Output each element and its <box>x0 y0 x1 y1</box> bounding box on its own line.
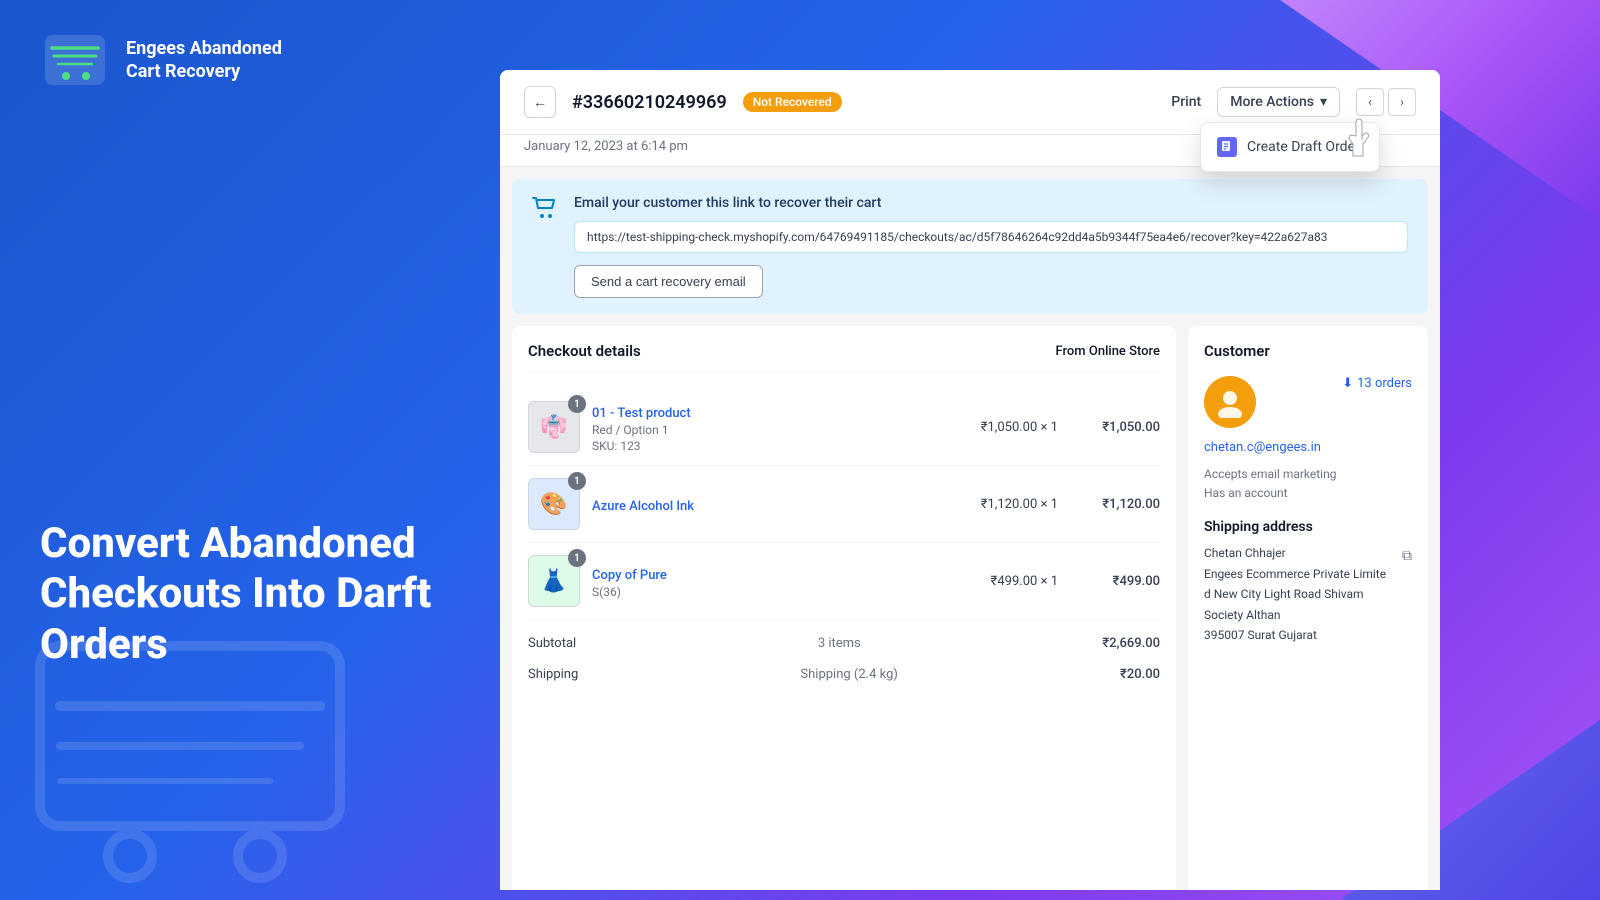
nav-arrows: ‹ › <box>1356 88 1416 116</box>
customer-title: Customer <box>1204 342 1412 360</box>
customer-email-link[interactable]: chetan.c@engees.in <box>1204 440 1412 455</box>
prev-arrow[interactable]: ‹ <box>1356 88 1384 116</box>
product-price: ₹499.00 × 1 <box>938 574 1058 589</box>
print-button[interactable]: Print <box>1171 94 1201 110</box>
header-right: Print More Actions ▾ ‹ › <box>1171 87 1416 117</box>
create-draft-label: Create Draft Order <box>1247 139 1360 155</box>
order-summary: Subtotal 3 items ₹2,669.00 Shipping Ship… <box>528 620 1160 690</box>
product-name-link[interactable]: 01 - Test product <box>592 406 691 421</box>
customer-meta: Accepts email marketing Has an account <box>1204 465 1412 503</box>
dropdown-menu: Create Draft Order <box>1200 122 1380 172</box>
address-text: Chetan Chhajer Engees Ecommerce Private … <box>1204 543 1386 645</box>
back-button[interactable]: ← <box>524 86 556 118</box>
send-recovery-email-button[interactable]: Send a cart recovery email <box>574 265 763 298</box>
order-id: #33660210249969 <box>572 92 727 113</box>
table-row: 👗 1 Copy of Pure S(36) ₹499.00 × 1 ₹499.… <box>528 543 1160 620</box>
product-info: 01 - Test product Red / Option 1 SKU: 12… <box>592 402 926 453</box>
product-total: ₹1,120.00 <box>1070 497 1160 512</box>
checkout-section: Checkout details From Online Store 👘 1 0… <box>512 326 1176 890</box>
create-draft-order-item[interactable]: Create Draft Order <box>1201 127 1379 167</box>
logo-area: Engees Abandoned Cart Recovery <box>40 30 460 90</box>
logo-icon <box>40 30 110 90</box>
recovery-cart-icon <box>532 197 558 225</box>
product-price: ₹1,120.00 × 1 <box>938 497 1058 512</box>
product-name-link[interactable]: Azure Alcohol Ink <box>592 499 694 514</box>
shipping-value: ₹20.00 <box>1120 667 1160 682</box>
product-name-link[interactable]: Copy of Pure <box>592 568 667 583</box>
qty-badge: 1 <box>568 395 586 413</box>
avatar <box>1204 376 1256 428</box>
recovery-title: Email your customer this link to recover… <box>574 195 1408 211</box>
qty-badge: 1 <box>568 472 586 490</box>
customer-top: ⬇ 13 orders <box>1204 376 1412 428</box>
recovery-url: https://test-shipping-check.myshopify.co… <box>574 221 1408 253</box>
customer-section: Customer ⬇ 13 orders chetan.c@engees.in … <box>1188 326 1428 890</box>
table-row: 👘 1 01 - Test product Red / Option 1 SKU… <box>528 389 1160 466</box>
recovery-section: Email your customer this link to recover… <box>512 179 1428 314</box>
product-variant: S(36) <box>592 585 926 599</box>
panel-body: Checkout details From Online Store 👘 1 0… <box>500 326 1440 890</box>
shipping-address: Chetan Chhajer Engees Ecommerce Private … <box>1204 543 1412 645</box>
checkout-header: Checkout details From Online Store <box>528 342 1160 373</box>
chevron-down-icon: ▾ <box>1320 94 1327 110</box>
logo-text: Engees Abandoned Cart Recovery <box>126 37 282 84</box>
product-image-wrap: 🎨 1 <box>528 478 580 530</box>
recovery-content: Email your customer this link to recover… <box>574 195 1408 298</box>
product-sku: SKU: 123 <box>592 439 926 453</box>
subtotal-row: Subtotal 3 items ₹2,669.00 <box>528 628 1160 659</box>
product-total: ₹1,050.00 <box>1070 420 1160 435</box>
draft-order-icon <box>1217 137 1237 157</box>
more-actions-button[interactable]: More Actions ▾ <box>1217 87 1340 117</box>
product-total: ₹499.00 <box>1070 574 1160 589</box>
table-row: 🎨 1 Azure Alcohol Ink ₹1,120.00 × 1 ₹1,1… <box>528 466 1160 543</box>
orders-count-link[interactable]: ⬇ 13 orders <box>1342 376 1412 391</box>
download-icon: ⬇ <box>1342 376 1353 391</box>
status-badge: Not Recovered <box>743 92 842 112</box>
hero-text: Convert Abandoned Checkouts Into Darft O… <box>40 519 460 870</box>
products-list: 👘 1 01 - Test product Red / Option 1 SKU… <box>528 389 1160 620</box>
product-info: Azure Alcohol Ink <box>592 495 926 514</box>
left-panel: Engees Abandoned Cart Recovery Convert A… <box>0 0 500 900</box>
product-image-wrap: 👘 1 <box>528 401 580 453</box>
shipping-detail: Shipping (2.4 kg) <box>800 667 898 682</box>
main-panel: ← #33660210249969 Not Recovered Print Mo… <box>500 70 1440 890</box>
shipping-row: Shipping Shipping (2.4 kg) ₹20.00 <box>528 659 1160 690</box>
qty-badge: 1 <box>568 549 586 567</box>
subtotal-items: 3 items <box>818 636 861 651</box>
product-price: ₹1,050.00 × 1 <box>938 420 1058 435</box>
subtotal-label: Subtotal <box>528 636 576 651</box>
product-image-wrap: 👗 1 <box>528 555 580 607</box>
checkout-title: Checkout details <box>528 342 641 360</box>
shipping-label: Shipping <box>528 667 578 682</box>
product-variant: Red / Option 1 <box>592 423 926 437</box>
product-info: Copy of Pure S(36) <box>592 564 926 599</box>
copy-address-icon[interactable]: ⧉ <box>1402 545 1412 569</box>
shipping-address-title: Shipping address <box>1204 519 1412 535</box>
subtotal-value: ₹2,669.00 <box>1102 636 1160 651</box>
panel-header: ← #33660210249969 Not Recovered Print Mo… <box>500 70 1440 135</box>
next-arrow[interactable]: › <box>1388 88 1416 116</box>
from-store: From Online Store <box>1056 344 1161 359</box>
